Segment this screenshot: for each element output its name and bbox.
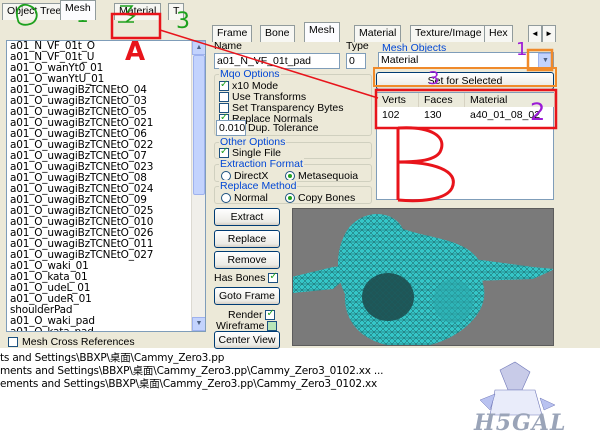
left-panel: a01_N_VF_01t_O a01_N_VF_01t_U a01_O_wanYt0… xyxy=(2,22,207,348)
tolerance-label: Dup. Tolerance xyxy=(248,122,319,134)
mesh-cross-refs-checkbox[interactable] xyxy=(8,337,18,347)
scroll-thumb[interactable] xyxy=(193,55,205,195)
header-material[interactable]: Material xyxy=(465,93,555,107)
render-checkbox[interactable] xyxy=(265,308,276,320)
has-bones-checkbox[interactable] xyxy=(268,271,279,283)
name-label: Name xyxy=(214,40,243,52)
single-file-checkbox[interactable] xyxy=(219,146,229,158)
extract-button[interactable]: Extract xyxy=(214,208,280,226)
main-window: Object Tree Mesh Material T a01_N_VF_01t… xyxy=(0,0,600,349)
watermark-text: H5GAL xyxy=(474,410,567,436)
mesh-objects-table[interactable]: Verts Faces Material 102 130 a40_01_08_0… xyxy=(376,92,555,200)
normal-option[interactable]: Normal xyxy=(221,192,268,204)
replace-method-title: Replace Method xyxy=(219,180,298,192)
tab-mesh-left[interactable]: Mesh xyxy=(60,0,96,20)
copy-bones-radio[interactable] xyxy=(285,193,295,203)
remove-button[interactable]: Remove xyxy=(214,251,280,269)
mesh-listbox[interactable]: a01_N_VF_01t_O a01_N_VF_01t_U a01_O_wanYt0… xyxy=(6,40,206,332)
tab-material-left[interactable]: Material xyxy=(114,3,162,20)
combo-dropdown-icon[interactable]: ▼ xyxy=(538,53,553,68)
name-field[interactable]: a01_N_VF_01t_pad xyxy=(214,53,340,69)
type-label: Type xyxy=(346,40,369,52)
mesh-render xyxy=(293,214,553,345)
type-field[interactable]: 0 xyxy=(346,53,366,69)
output-log: ts and Settings\BBXP\桌面\Cammy_Zero3.pp m… xyxy=(0,352,600,441)
use-transforms-checkbox[interactable] xyxy=(219,92,229,102)
header-verts[interactable]: Verts xyxy=(377,93,419,107)
normal-radio[interactable] xyxy=(221,193,231,203)
scroll-down-icon[interactable]: ▼ xyxy=(192,317,205,331)
list-scrollbar[interactable]: ▲ ▼ xyxy=(191,41,205,331)
set-for-selected-button[interactable]: Set for Selected xyxy=(376,72,554,90)
cell-material[interactable]: a40_01_08_02 xyxy=(465,109,540,121)
other-options-group: Other Options Single File xyxy=(214,136,372,159)
center-view-button[interactable]: Center View xyxy=(214,331,280,349)
mesh-cross-refs-row[interactable]: Mesh Cross References xyxy=(8,336,135,348)
replace-method-group: Replace Method Normal Copy Bones xyxy=(214,180,372,204)
list-item[interactable]: a01_O_kata_pad xyxy=(7,327,205,332)
mesh-cross-refs-label: Mesh Cross References xyxy=(22,336,135,348)
x10-mode-checkbox[interactable] xyxy=(219,79,229,91)
has-bones-option[interactable]: Has Bones xyxy=(214,271,279,284)
tab-mesh[interactable]: Mesh xyxy=(304,22,340,42)
watermark-logo: H5GAL xyxy=(460,360,570,440)
cell-verts[interactable]: 102 xyxy=(377,109,400,121)
scroll-up-icon[interactable]: ▲ xyxy=(192,41,205,55)
mesh-panel: Name a01_N_VF_01t_pad Type 0 Mqo Options… xyxy=(212,38,600,349)
mesh-objects-combo[interactable]: Material ▼ xyxy=(378,52,554,69)
tolerance-field[interactable]: 0.010 xyxy=(216,120,246,136)
left-tab-bar: Object Tree Mesh Material T xyxy=(2,0,207,20)
tab-object-tree[interactable]: Object Tree xyxy=(2,3,67,20)
extraction-format-title: Extraction Format xyxy=(219,158,304,170)
replace-button[interactable]: Replace xyxy=(214,230,280,248)
copy-bones-option[interactable]: Copy Bones xyxy=(285,192,355,204)
wireframe-checkbox[interactable] xyxy=(267,321,278,331)
header-faces[interactable]: Faces xyxy=(419,93,465,107)
goto-frame-button[interactable]: Goto Frame xyxy=(214,287,280,305)
render-viewport[interactable] xyxy=(292,208,554,346)
cell-faces[interactable]: 130 xyxy=(419,109,442,121)
tab-t[interactable]: T xyxy=(168,3,185,20)
